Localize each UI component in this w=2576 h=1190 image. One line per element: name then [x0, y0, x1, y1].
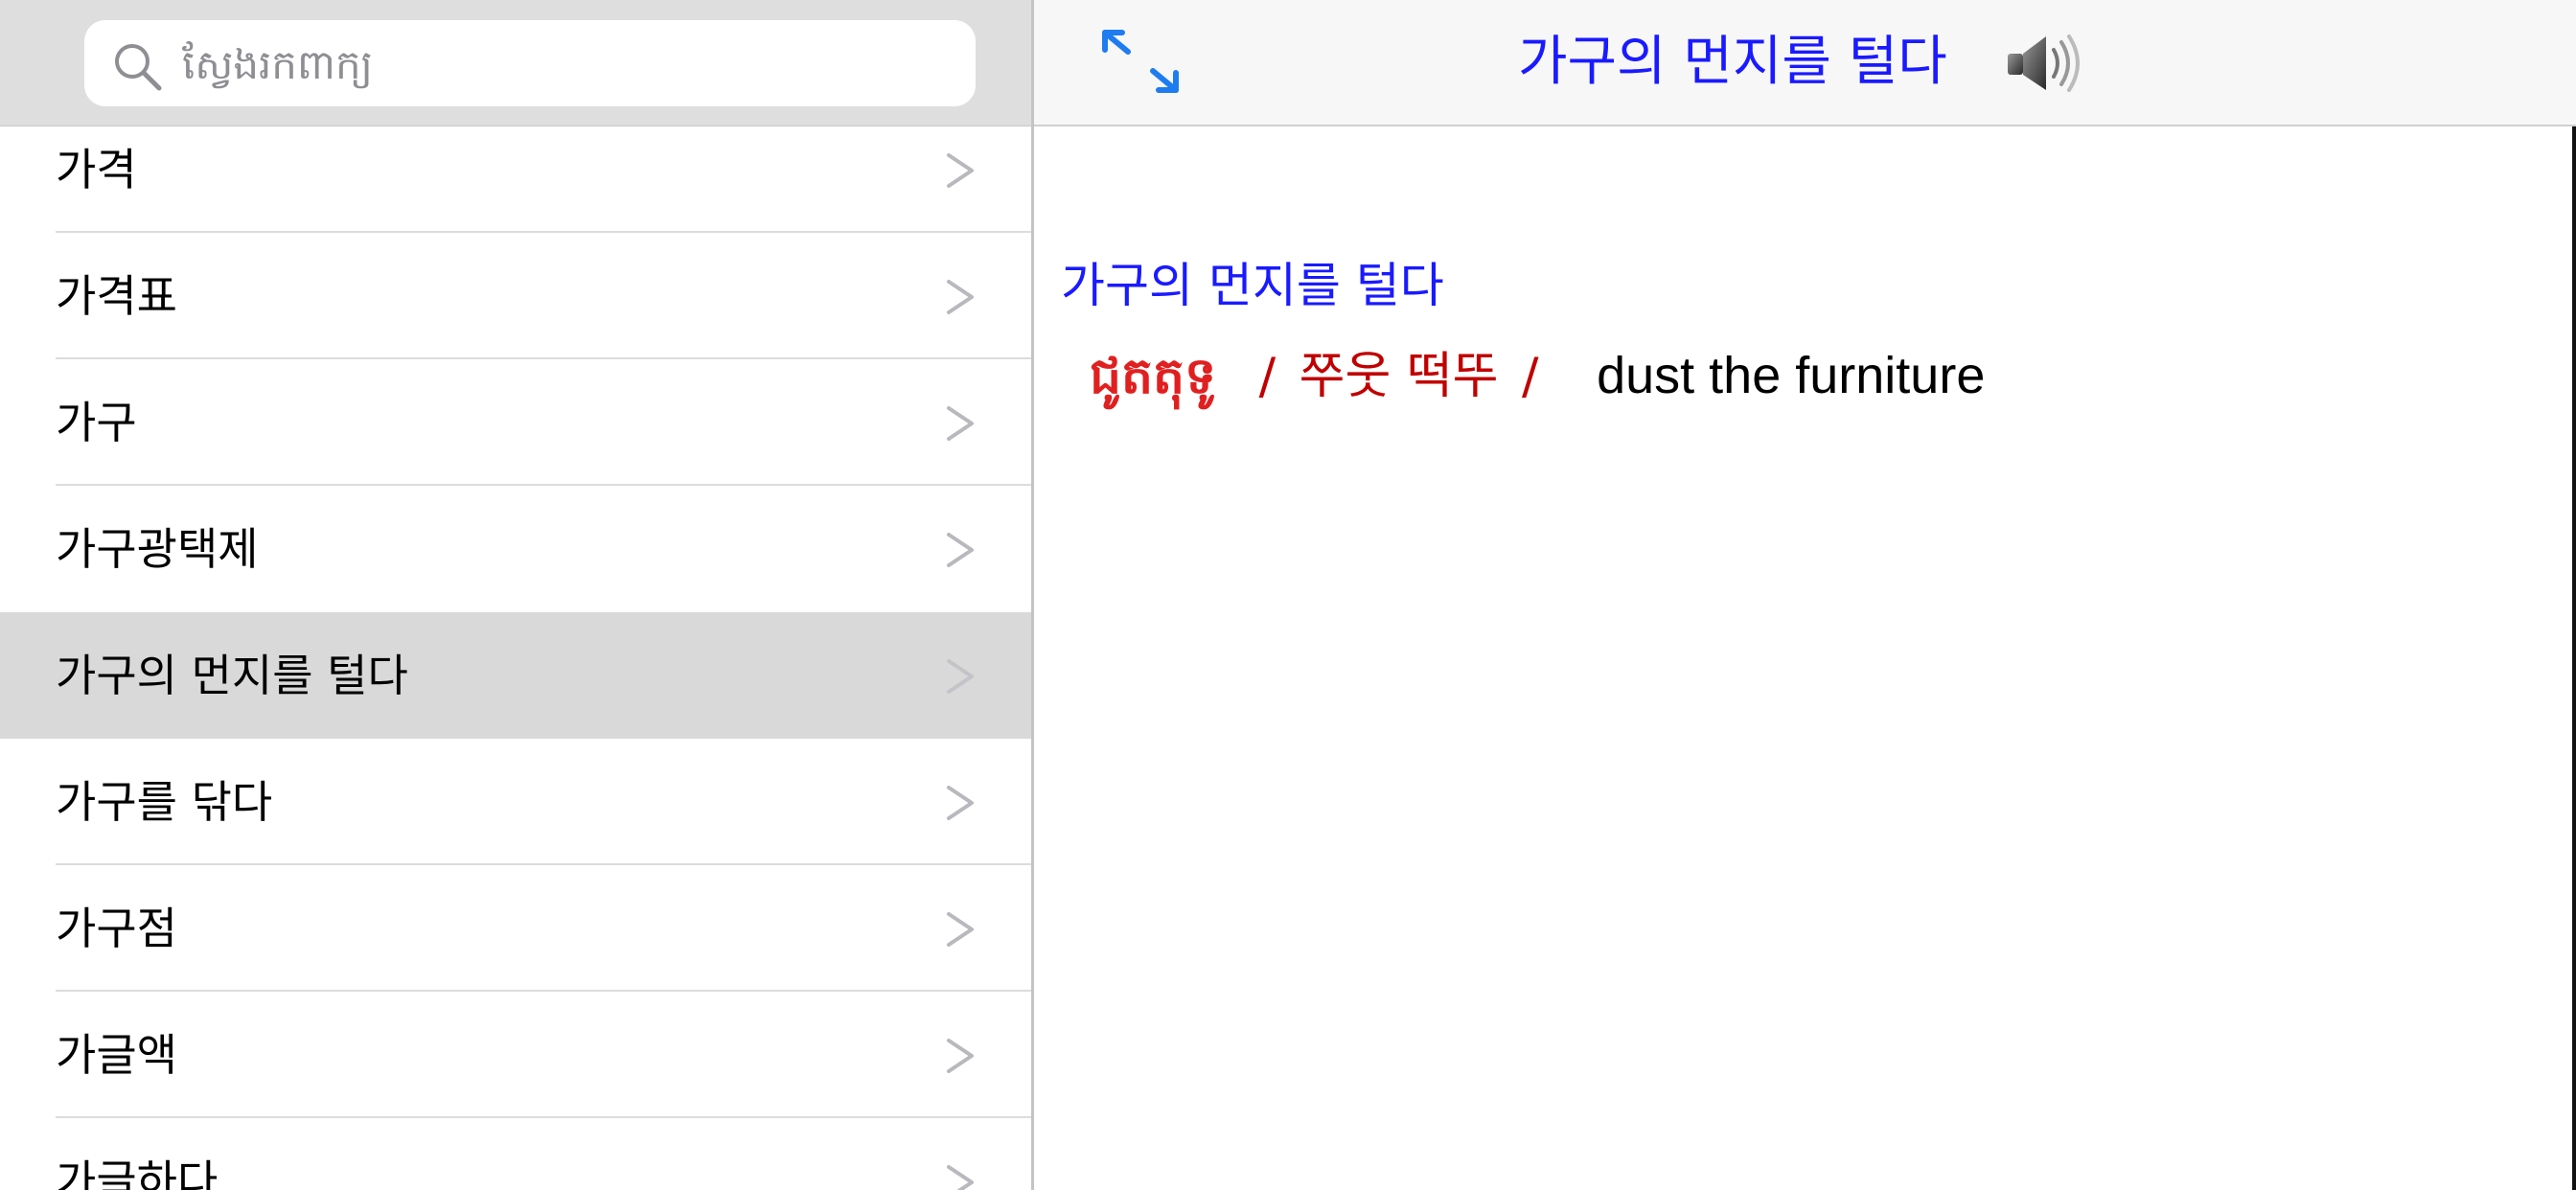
chevron-right-icon — [947, 153, 974, 188]
list-item-label: 가구 — [56, 397, 137, 448]
list-item-label: 가격표 — [56, 270, 177, 322]
list-item-label: 가구광택제 — [56, 523, 259, 575]
chevron-right-icon — [947, 1039, 974, 1073]
list-item[interactable]: 가글액 — [0, 992, 1031, 1118]
scroll-edge — [2572, 126, 2576, 1190]
speaker-icon[interactable] — [2004, 31, 2082, 96]
search-icon — [115, 44, 162, 91]
list-item[interactable]: 가격표 — [0, 233, 1031, 359]
list-item[interactable]: 가구를 닦다 — [0, 739, 1031, 865]
chevron-right-icon — [947, 912, 974, 947]
list-item[interactable]: 가구 — [0, 359, 1031, 486]
chevron-right-icon — [947, 533, 974, 567]
entry-english: dust the furniture — [1597, 347, 1986, 404]
entry-khmer: ជូតតុទូ — [1090, 347, 1217, 405]
list-item-label: 가글하다 — [56, 1156, 218, 1190]
list-item-label: 가구의 먼지를 털다 — [56, 650, 408, 701]
chevron-right-icon — [947, 786, 974, 820]
list-item[interactable]: 가구광택제 — [0, 486, 1031, 612]
entry-separator: / — [1522, 348, 1539, 405]
entry-headword: 가구의 먼지를 털다 — [1061, 258, 1444, 313]
list-item-label: 가구를 닦다 — [56, 776, 273, 828]
search-input[interactable] — [180, 20, 951, 108]
entry-separator: / — [1258, 348, 1276, 405]
list-item-label: 가글액 — [56, 1029, 177, 1081]
chevron-right-icon — [947, 280, 974, 314]
word-list-pane: 가격 가격표 가구 가구광택제 가구의 먼지를 털다 가구를 닦다 가구점 가글… — [0, 0, 1031, 1190]
expand-arrows-icon[interactable] — [1099, 27, 1182, 96]
chevron-right-icon — [947, 1165, 974, 1190]
word-list: 가격 가격표 가구 가구광택제 가구의 먼지를 털다 가구를 닦다 가구점 가글… — [0, 106, 1031, 1190]
search-bar — [0, 0, 1031, 126]
list-item[interactable]: 가글하다 — [0, 1118, 1031, 1190]
detail-pane: 가구의 먼지를 털다 가구의 먼지를 털다 ជូតតុទូ / 쭈웃 떡뚜 / … — [1034, 0, 2576, 1190]
search-field[interactable] — [84, 20, 976, 108]
chevron-right-icon — [947, 659, 974, 694]
entry-translation: ជូតតុទូ / 쭈웃 떡뚜 / dust the furniture — [1090, 335, 1985, 418]
list-item-selected[interactable]: 가구의 먼지를 털다 — [0, 612, 1031, 739]
chevron-right-icon — [947, 406, 974, 441]
detail-title: 가구의 먼지를 털다 — [1518, 31, 1947, 93]
entry-pronunciation: 쭈웃 떡뚜 — [1299, 348, 1499, 405]
list-item-label: 가구점 — [56, 903, 177, 954]
detail-header: 가구의 먼지를 털다 — [1034, 0, 2576, 126]
list-item[interactable]: 가구점 — [0, 865, 1031, 992]
